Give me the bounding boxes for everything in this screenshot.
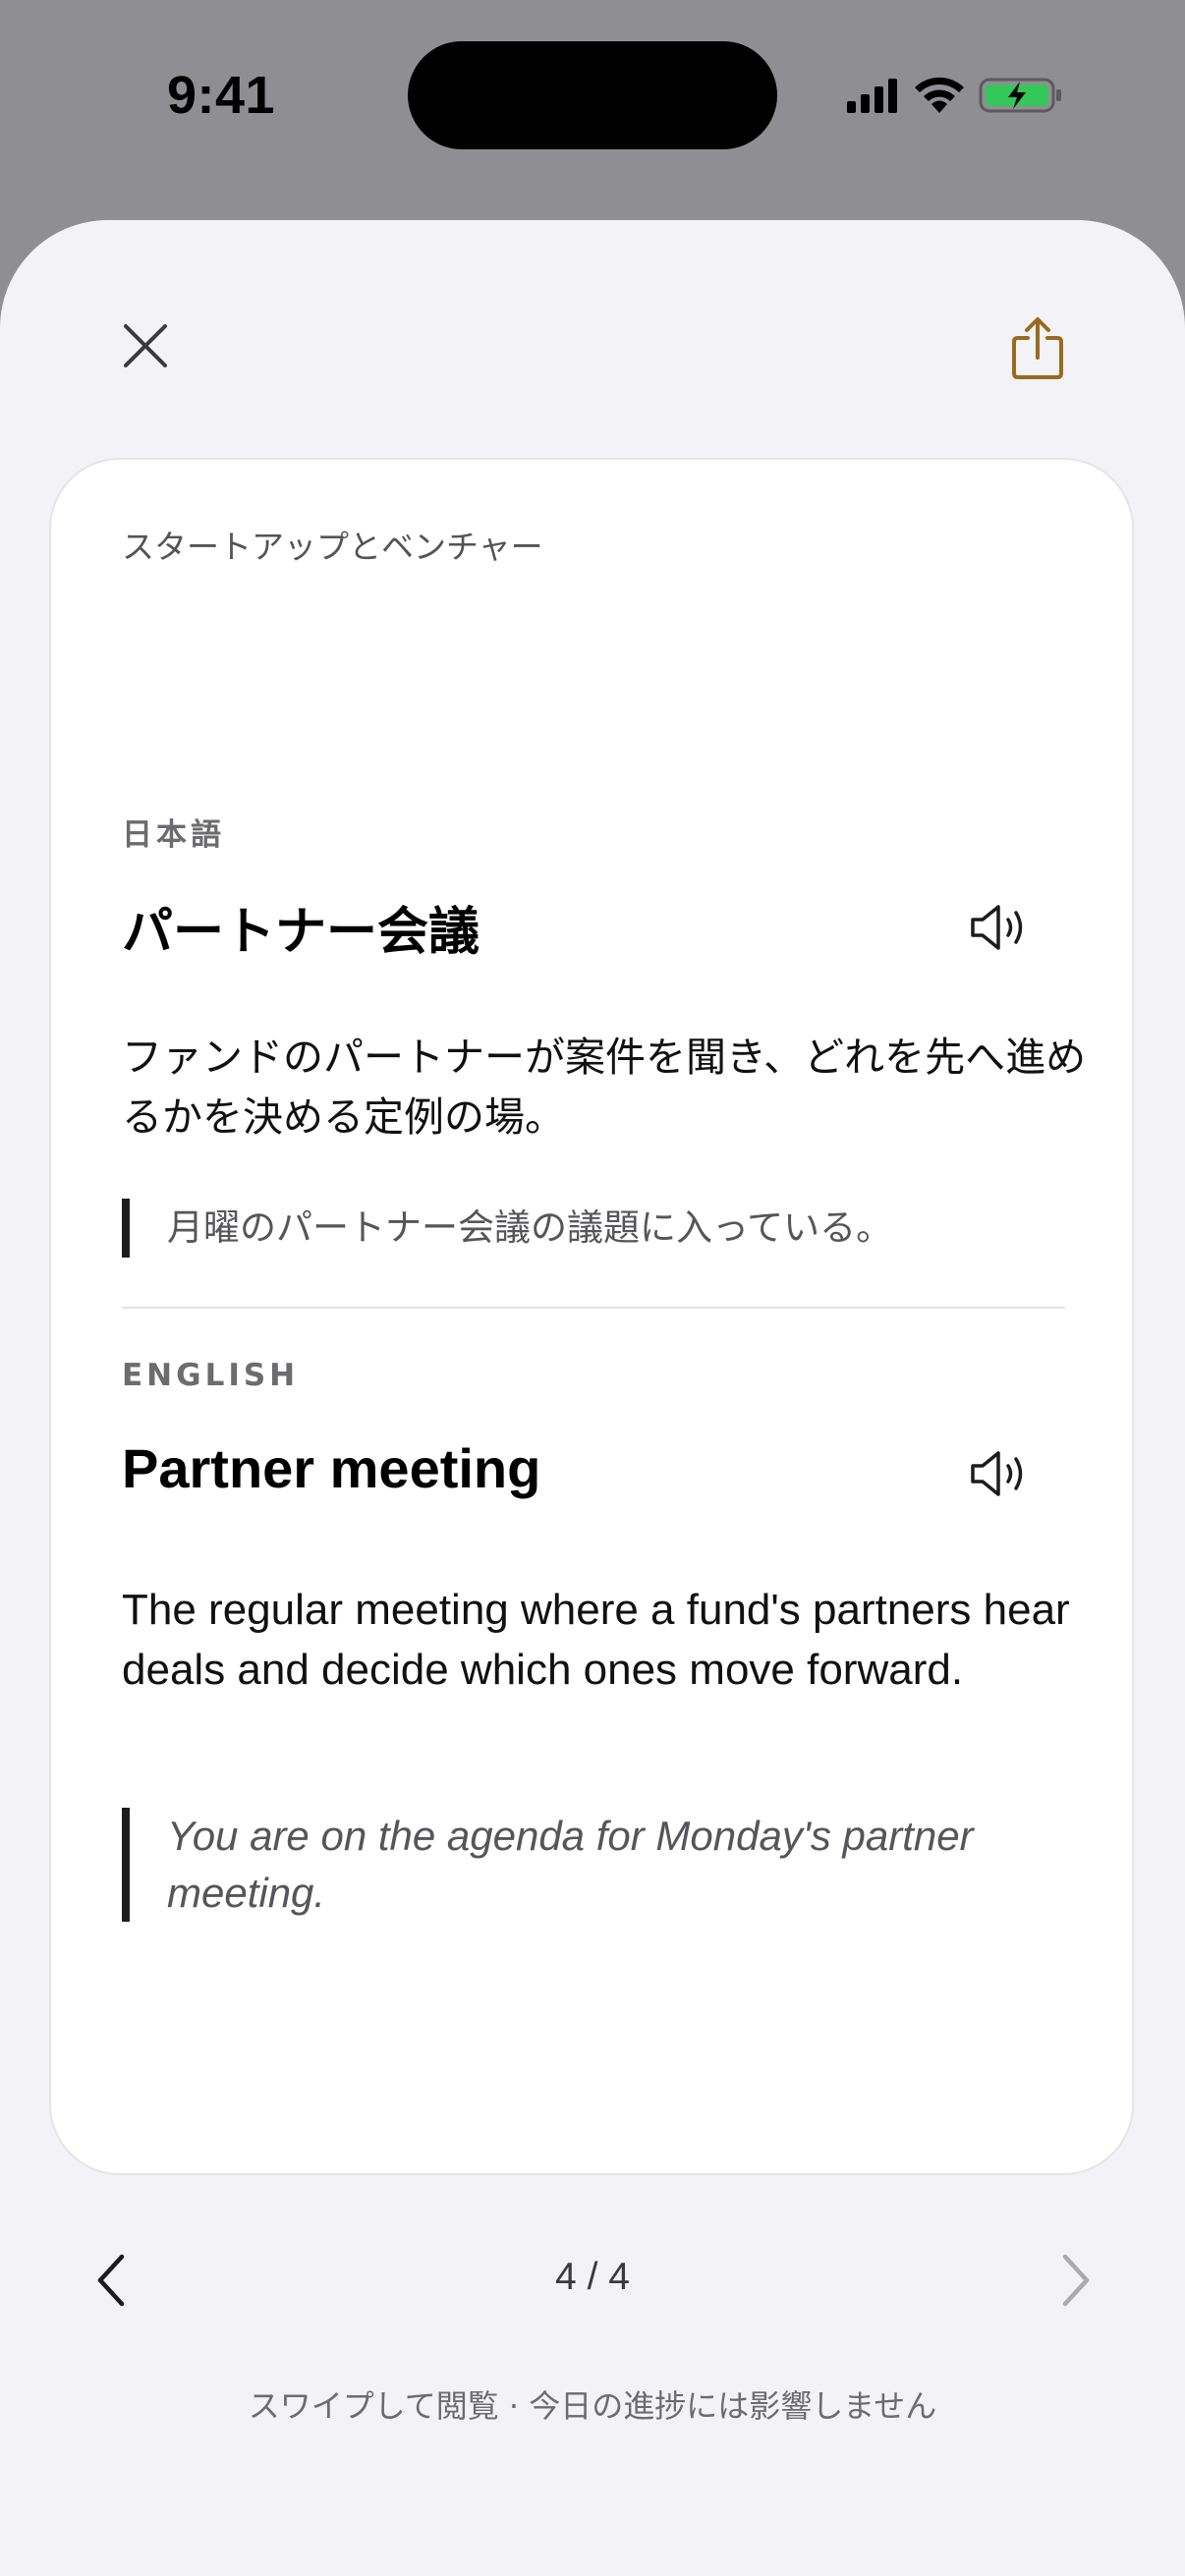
next-card-button[interactable] <box>1049 2246 1102 2315</box>
share-icon <box>1010 316 1065 381</box>
japanese-section-label: 日本語 <box>122 817 225 853</box>
close-button[interactable] <box>114 314 177 377</box>
english-section-label: ENGLISH <box>122 1358 300 1393</box>
close-icon <box>122 322 169 369</box>
english-example: You are on the agenda for Monday's partn… <box>122 1808 1095 1922</box>
english-term: Partner meeting <box>122 1437 541 1499</box>
japanese-example: 月曜のパートナー会議の議題に入っている。 <box>122 1199 1095 1258</box>
battery-charging-icon <box>979 76 1063 115</box>
dynamic-island <box>408 41 777 149</box>
speaker-icon <box>969 902 1030 953</box>
speaker-icon <box>969 1448 1030 1499</box>
japanese-definition: ファンドのパートナーが案件を聞き、どれを先へ進めるかを決める定例の場。 <box>122 1034 1087 1141</box>
english-audio-button[interactable] <box>965 1444 1034 1503</box>
cellular-signal-icon <box>845 76 904 115</box>
status-bar: 9:41 <box>0 0 1185 196</box>
vocabulary-card: スタートアップとベンチャー 日本語 パートナー会議 ファンドのパートナーが案件を… <box>49 458 1134 2175</box>
swipe-hint: スワイプして閲覧 · 今日の進捗には影響しません <box>248 2387 937 2425</box>
category-label: スタートアップとベンチャー <box>122 528 543 566</box>
section-divider <box>122 1307 1065 1309</box>
english-definition: The regular meeting where a fund's partn… <box>122 1586 1070 1694</box>
page-indicator: 4 / 4 <box>555 2256 630 2298</box>
japanese-term: パートナー会議 <box>122 903 480 962</box>
wifi-icon <box>912 76 967 115</box>
chevron-right-icon <box>1061 2254 1091 2307</box>
share-button[interactable] <box>1002 310 1073 387</box>
status-icons <box>845 71 1063 120</box>
japanese-audio-button[interactable] <box>965 898 1034 957</box>
status-time: 9:41 <box>167 66 276 125</box>
